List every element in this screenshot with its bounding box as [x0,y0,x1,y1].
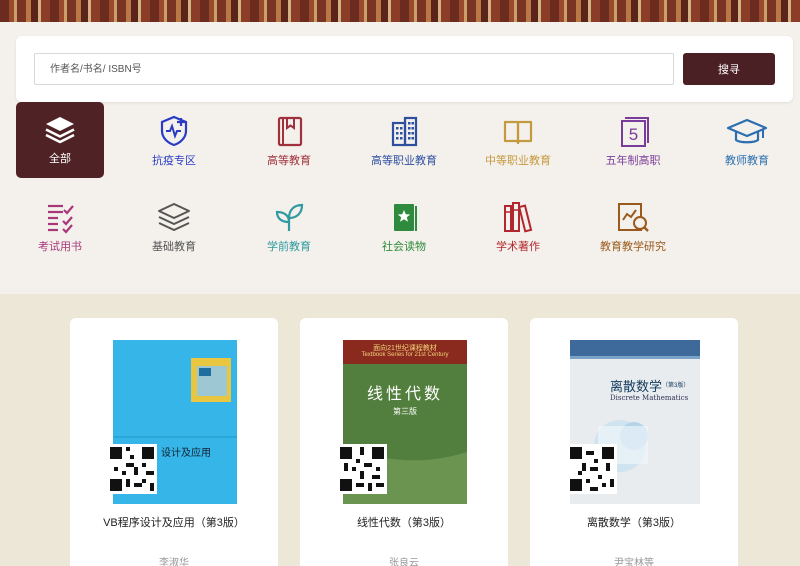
chart-magnifier-icon [618,203,649,232]
bookshelf-icon [504,202,533,233]
category-label: 抗疫专区 [152,155,196,167]
category-label: 学前教育 [267,241,311,253]
category-all[interactable]: 全部 [16,102,104,178]
book-title[interactable]: 线性代数（第3版） [300,514,508,530]
header-bookshelf-banner [0,0,800,22]
category-social-reading[interactable]: 社会读物 [360,188,448,264]
category-anti-epidemic[interactable]: 抗疫专区 [130,102,218,178]
category-education-research[interactable]: 教育教学研究 [589,188,677,264]
category-label: 基础教育 [152,241,196,253]
category-basic-education[interactable]: 基础教育 [130,188,218,264]
category-label: 教师教育 [725,155,769,167]
open-book-icon [503,120,533,145]
book-card[interactable]: 离散数学 （第3版） Discrete Mathematics 离散数学（第3版… [530,318,738,566]
cover-title-en: Discrete Mathematics [610,394,689,402]
category-label: 高等职业教育 [371,155,437,167]
search-button[interactable]: 搜寻 [683,53,775,85]
book-list: 设计及应用 VB程序设计及应用（第3版） 李淑华 面向21世纪课程教材 Text… [0,294,800,566]
search-input[interactable] [34,53,674,85]
cover-title: 线性代数 [366,384,443,403]
sprout-icon [275,203,304,231]
category-label: 中等职业教育 [485,155,551,167]
category-label: 全部 [49,153,71,165]
category-higher-education[interactable]: 高等教育 [245,102,333,178]
notebook-icon [277,116,303,147]
book-author: 尹宝林等 [614,558,654,566]
category-label: 考试用书 [38,241,82,253]
cover-edition: （第3版） [662,383,690,389]
book-author: 李淑华 [159,558,189,566]
graduation-cap-icon [726,118,768,144]
qr-code [337,444,387,494]
qr-code [567,444,617,494]
category-teacher-education[interactable]: 教师教育 [703,102,791,178]
number-five-icon: 5 [621,117,649,147]
category-label: 高等教育 [267,155,311,167]
category-label: 五年制高职 [605,155,661,167]
book-title[interactable]: VB程序设计及应用（第3版） [70,514,278,530]
category-higher-vocational[interactable]: 高等职业教育 [360,102,448,178]
checklist-icon [48,204,74,234]
office-building-icon [391,116,418,147]
category-academic-works[interactable]: 学术著作 [474,188,562,264]
category-exam-books[interactable]: 考试用书 [16,188,104,264]
book-author: 张良云 [389,558,419,566]
qr-code [107,444,157,494]
cover-text: 设计及应用 [161,448,211,459]
stack-layers-icon [45,117,75,144]
star-book-icon [394,204,417,231]
category-label: 学术著作 [496,241,540,253]
category-label: 社会读物 [382,241,426,253]
layers-outline-icon [158,203,190,231]
category-label: 教育教学研究 [600,241,666,253]
cover-title: 离散数学 [610,380,663,395]
cover-series-en: Textbook Series for 21st Century [361,352,449,358]
category-panel: 搜寻 全部 抗疫专区 高等教育 [0,22,800,294]
search-bar: 搜寻 [16,36,793,102]
book-title[interactable]: 离散数学（第3版） [530,514,738,530]
svg-text:5: 5 [629,125,638,144]
category-five-year-vocational[interactable]: 5 五年制高职 [589,102,677,178]
book-card[interactable]: 面向21世纪课程教材 Textbook Series for 21st Cent… [300,318,508,566]
book-card[interactable]: 设计及应用 VB程序设计及应用（第3版） 李淑华 [70,318,278,566]
cover-edition: 第三版 [393,407,417,416]
shield-medical-icon [160,115,188,147]
category-secondary-vocational[interactable]: 中等职业教育 [474,102,562,178]
category-preschool-education[interactable]: 学前教育 [245,188,333,264]
